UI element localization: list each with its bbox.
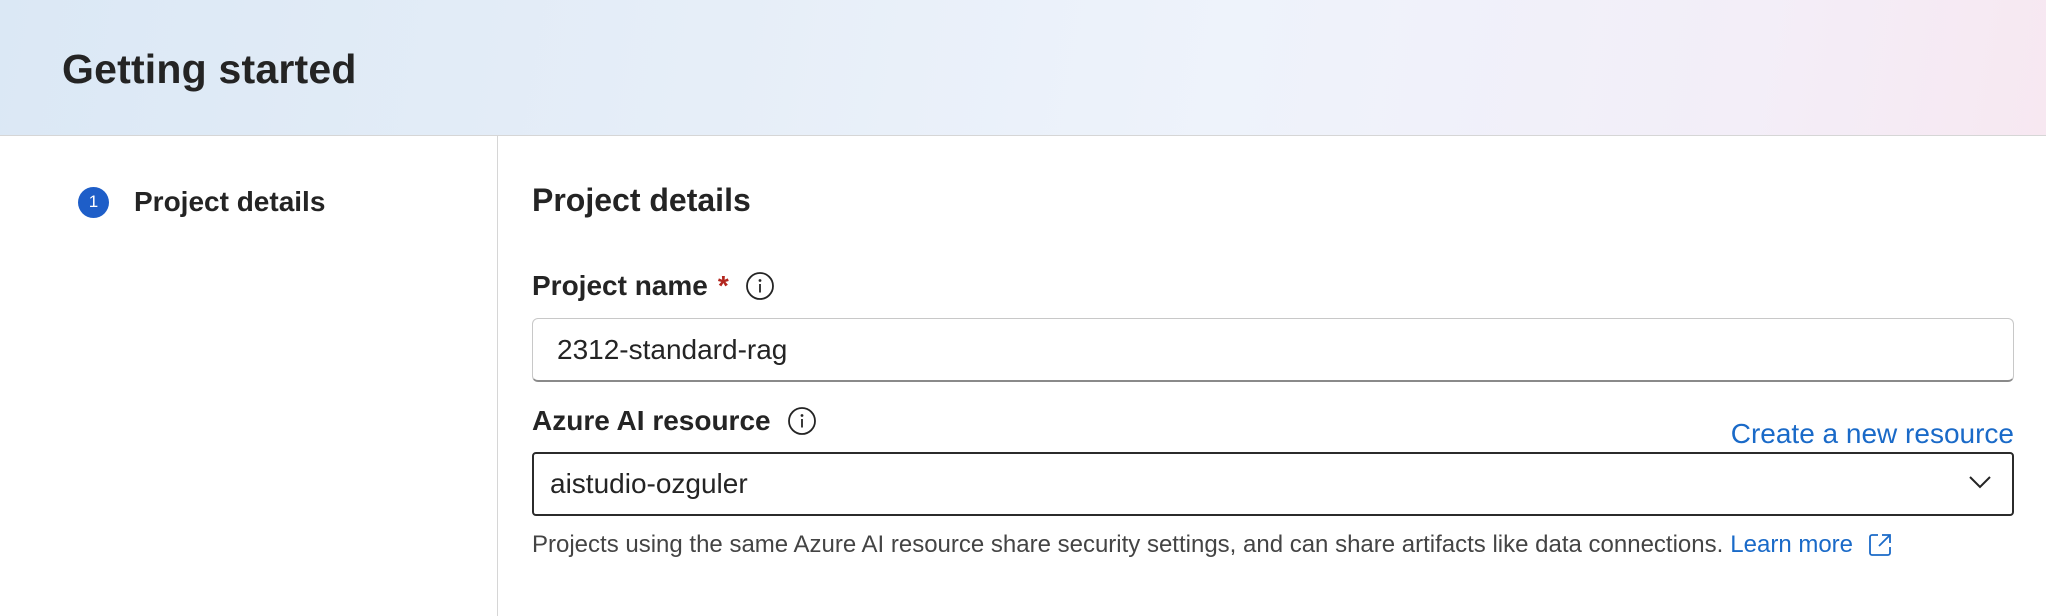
azure-ai-resource-dropdown[interactable]: aistudio-ozguler	[532, 452, 2014, 516]
dropdown-selected-value: aistudio-ozguler	[550, 468, 748, 499]
chevron-down-icon	[1966, 468, 1994, 501]
external-link-icon	[1867, 532, 1893, 558]
required-marker: *	[717, 270, 729, 301]
project-name-label: Project name *	[532, 270, 775, 302]
page-header: Getting started	[0, 0, 2046, 136]
project-name-input[interactable]	[532, 318, 2014, 382]
create-new-resource-link[interactable]: Create a new resource	[1731, 418, 2014, 450]
page-title: Getting started	[62, 46, 357, 92]
step-label: Project details	[134, 186, 326, 217]
info-icon[interactable]	[745, 271, 775, 301]
step-number-badge: 1	[78, 186, 109, 218]
info-icon[interactable]	[787, 406, 817, 436]
project-name-label-text: Project name	[532, 270, 708, 301]
azure-ai-resource-label-text: Azure AI resource	[532, 405, 771, 436]
resource-help-text: Projects using the same Azure AI resourc…	[532, 531, 1893, 559]
learn-more-link[interactable]: Learn more	[1730, 531, 1893, 559]
step-project-details[interactable]: 1 Project details	[78, 186, 325, 218]
azure-ai-resource-label: Azure AI resource	[532, 405, 817, 437]
help-text-body: Projects using the same Azure AI resourc…	[532, 531, 1724, 558]
learn-more-label: Learn more	[1730, 531, 1854, 558]
section-title: Project details	[532, 182, 751, 218]
